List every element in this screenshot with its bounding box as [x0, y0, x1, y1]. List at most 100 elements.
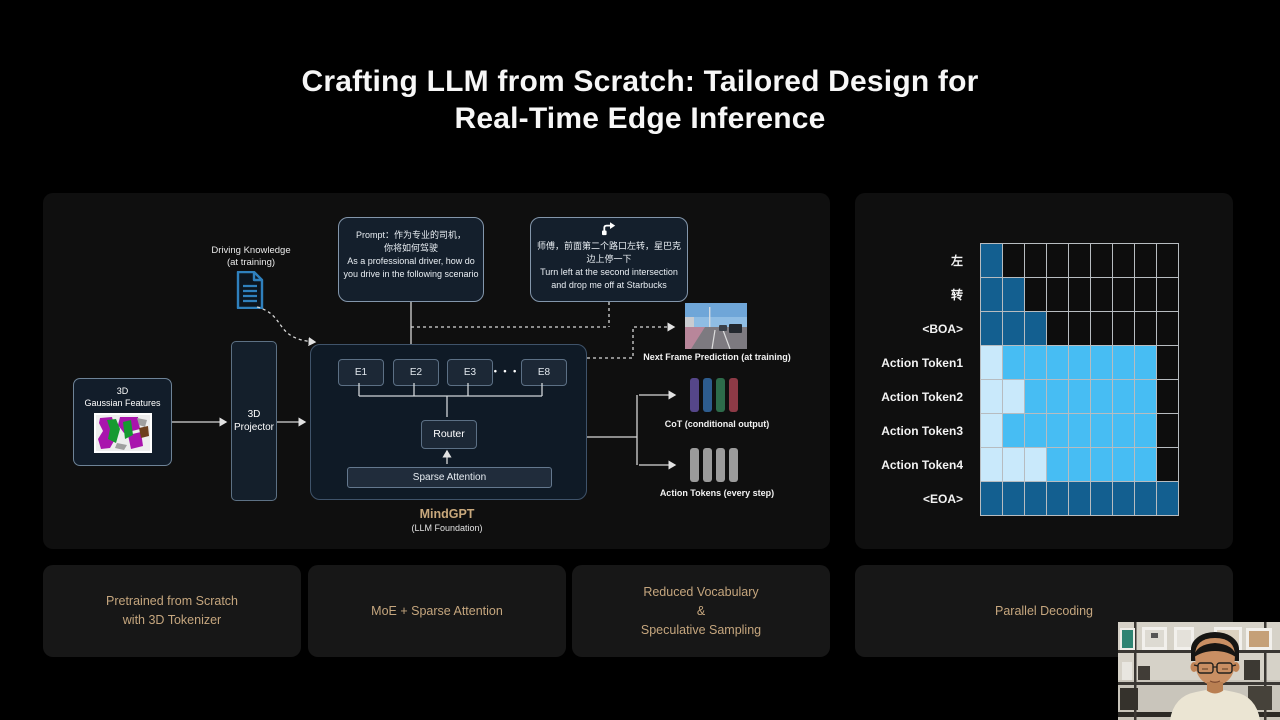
- card-line: Speculative Sampling: [640, 622, 762, 637]
- next-frame-label: Next Frame Prediction (at training): [643, 352, 791, 362]
- matrix-cell: [1157, 244, 1178, 277]
- card-moe-sparse-attention: MoE + Sparse Attention: [308, 565, 566, 657]
- matrix-row-label: <EOA>: [922, 491, 963, 506]
- matrix-row-label: Action Token2: [881, 389, 963, 404]
- matrix-cell: [1003, 278, 1024, 311]
- token-bar: [703, 378, 712, 412]
- next-frame-image: [685, 303, 747, 350]
- expert-box-e8: E8: [521, 359, 567, 386]
- matrix-cell: [981, 278, 1002, 311]
- matrix-cell: [1157, 448, 1178, 481]
- parallel-decoding-panel: 左转 <BOA> Action Token1 Action Token2 Action …: [855, 193, 1233, 549]
- matrix-cell: [1047, 482, 1068, 515]
- matrix-cell: [981, 380, 1002, 413]
- projector-line2: Projector: [233, 422, 274, 433]
- matrix-cell: [981, 346, 1002, 379]
- matrix-cell: [1091, 380, 1112, 413]
- mindgpt-label: MindGPT (LLM Foundation): [367, 507, 527, 533]
- matrix-cell: [1047, 380, 1068, 413]
- route-icon: [601, 222, 617, 238]
- matrix-row-label: 转: [950, 288, 963, 302]
- matrix-cell: [1157, 414, 1178, 447]
- action-token-bars: [690, 448, 738, 482]
- moe-llm-box: E1 E2 E3 • • • E8 Router Sparse Attentio…: [310, 344, 587, 500]
- presenter-webcam: [1118, 622, 1280, 720]
- matrix-cell: [1135, 380, 1156, 413]
- matrix-cell: [1113, 380, 1134, 413]
- matrix-cell: [1091, 448, 1112, 481]
- matrix-cell: [1025, 278, 1046, 311]
- matrix-cell: [1157, 380, 1178, 413]
- matrix-cell: [1091, 346, 1112, 379]
- expert-ellipsis: • • •: [493, 366, 519, 376]
- matrix-cell: [981, 448, 1002, 481]
- matrix-cell: [1113, 346, 1134, 379]
- matrix-cell: [1135, 448, 1156, 481]
- matrix-cell: [981, 244, 1002, 277]
- prompt-box-training: Prompt：作为专业的司机， 你将如何驾驶 As a professional…: [338, 217, 484, 302]
- matrix-cell: [1025, 482, 1046, 515]
- prompt1-line4: you drive in the following scenario: [343, 269, 479, 279]
- matrix-cell: [981, 312, 1002, 345]
- token-bar: [703, 448, 712, 482]
- matrix-cell: [1003, 448, 1024, 481]
- matrix-cell: [1113, 414, 1134, 447]
- sparse-attention-box: Sparse Attention: [347, 467, 552, 488]
- matrix-cell: [1069, 482, 1090, 515]
- slide: { "title": { "line1": "Crafting LLM from…: [0, 0, 1280, 720]
- matrix-cell: [1113, 448, 1134, 481]
- prompt-box-user-command: 师傅，前面第二个路口左转，星巴克 边上停一下 Turn left at the …: [530, 217, 688, 302]
- card-line: Parallel Decoding: [995, 603, 1093, 618]
- token-bar: [729, 378, 738, 412]
- expert-box-e3: E3: [447, 359, 493, 386]
- matrix-cell: [1069, 312, 1090, 345]
- card-line: with 3D Tokenizer: [122, 613, 222, 627]
- gaussian-features-image: [93, 413, 152, 453]
- card-line: Reduced Vocabulary: [643, 584, 759, 599]
- matrix-cell: [1157, 482, 1178, 515]
- prompt2-line4: and drop me off at Starbucks: [551, 280, 667, 290]
- token-bar: [690, 378, 699, 412]
- matrix-cell: [1069, 380, 1090, 413]
- card-line: Pretrained from Scratch: [106, 594, 238, 608]
- matrix-cell: [981, 482, 1002, 515]
- projector-line1: 3D: [247, 409, 261, 420]
- matrix-cell: [981, 414, 1002, 447]
- card-line: &: [696, 603, 706, 618]
- gaussian-features-box: 3D Gaussian Features: [73, 378, 172, 466]
- cot-token-bars: [690, 378, 738, 412]
- matrix-cell: [1069, 244, 1090, 277]
- matrix-cell: [1157, 278, 1178, 311]
- driving-knowledge-label: Driving Knowledge (at training): [199, 245, 303, 269]
- document-icon: [235, 270, 265, 314]
- action-tokens-label: Action Tokens (every step): [659, 488, 775, 498]
- matrix-cell: [1091, 312, 1112, 345]
- token-bar: [716, 448, 725, 482]
- gaussian-title-line2: Gaussian Features: [84, 397, 161, 408]
- matrix-row-label: Action Token3: [881, 423, 963, 438]
- matrix-cell: [1113, 278, 1134, 311]
- matrix-cell: [1025, 380, 1046, 413]
- matrix-cell: [1113, 244, 1134, 277]
- matrix-cell: [1003, 482, 1024, 515]
- projector-box: 3D Projector: [231, 341, 277, 501]
- matrix-row-label: <BOA>: [922, 321, 963, 336]
- expert-box-e1: E1: [338, 359, 384, 386]
- matrix-cell: [1025, 346, 1046, 379]
- matrix-cell: [1157, 312, 1178, 345]
- matrix-cell: [1135, 244, 1156, 277]
- matrix-row-label: Action Token4: [881, 457, 963, 472]
- matrix-cell: [1003, 346, 1024, 379]
- token-bar: [716, 378, 725, 412]
- matrix-cell: [1047, 278, 1068, 311]
- matrix-cell: [1091, 278, 1112, 311]
- matrix-cell: [1135, 312, 1156, 345]
- card-line: MoE + Sparse Attention: [371, 603, 503, 618]
- prompt2-line3: Turn left at the second intersection: [540, 267, 678, 277]
- matrix-cell: [1135, 278, 1156, 311]
- slide-title-line2: Real-Time Edge Inference: [454, 102, 826, 135]
- matrix-row-label: 左: [950, 254, 963, 268]
- matrix-cell: [1069, 448, 1090, 481]
- matrix-cell: [1003, 414, 1024, 447]
- matrix-cell: [1025, 414, 1046, 447]
